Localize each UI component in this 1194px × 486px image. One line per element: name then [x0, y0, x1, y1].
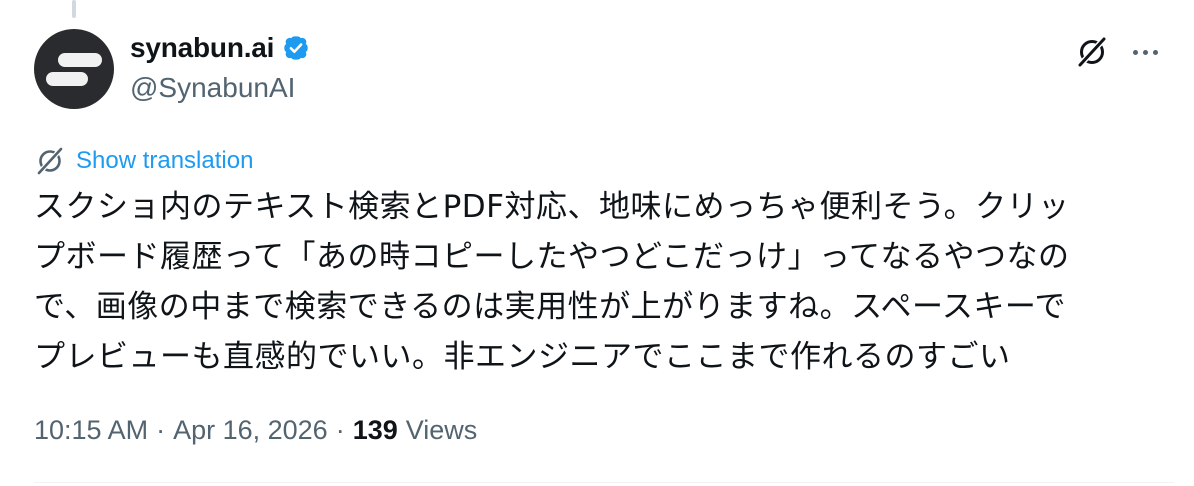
translate-icon	[37, 147, 63, 175]
tweet-text-line: スクショ内のテキスト検索とPDF対応、地味にめっちゃ便利そう。クリッ	[34, 189, 1070, 225]
divider	[34, 482, 1174, 483]
tweet-text-line: プボード履歴って「あの時コピーしたやつどこだっけ」ってなるやつなの	[34, 239, 1070, 275]
show-translation-link[interactable]: Show translation	[76, 147, 253, 175]
author-name-row: synabun.ai	[130, 30, 310, 66]
author-display-name[interactable]: synabun.ai	[130, 32, 274, 64]
avatar-logo-shape-top	[58, 53, 102, 67]
tweet-text: スクショ内のテキスト検索とPDF対応、地味にめっちゃ便利そう。クリッ プボード履…	[34, 182, 1164, 382]
avatar-logo-shape-bottom	[46, 72, 88, 86]
more-options-icon[interactable]	[1122, 32, 1168, 72]
meta-separator: ·	[156, 414, 166, 445]
avatar[interactable]	[34, 29, 114, 109]
tweet-text-line: プレビューも直感的でいい。非エンジニアでここまで作れるのすごい	[34, 339, 1011, 375]
tweet-meta-row: 10:15 AM · Apr 16, 2026 · 139 Views	[34, 410, 477, 450]
tweet-date[interactable]: Apr 16, 2026	[173, 415, 328, 446]
views-count: 139	[352, 414, 398, 445]
more-dot	[1152, 49, 1158, 55]
tweet-time[interactable]: 10:15 AM	[34, 415, 148, 446]
author-handle[interactable]: @SynabunAI	[130, 72, 295, 104]
meta-separator: ·	[335, 414, 345, 445]
views-label: Views	[405, 414, 478, 445]
tweet-text-line: で、画像の中まで検索できるのは実用性が上がりますね。スペースキーで	[34, 289, 1067, 325]
grok-icon[interactable]	[1072, 32, 1112, 72]
thread-connector-line	[72, 0, 76, 18]
grok-icon-glyph	[1077, 36, 1107, 68]
verified-badge-icon[interactable]	[282, 34, 310, 62]
more-dot	[1132, 49, 1138, 55]
more-dot	[1142, 49, 1148, 55]
show-translation-row[interactable]: Show translation	[34, 143, 253, 179]
